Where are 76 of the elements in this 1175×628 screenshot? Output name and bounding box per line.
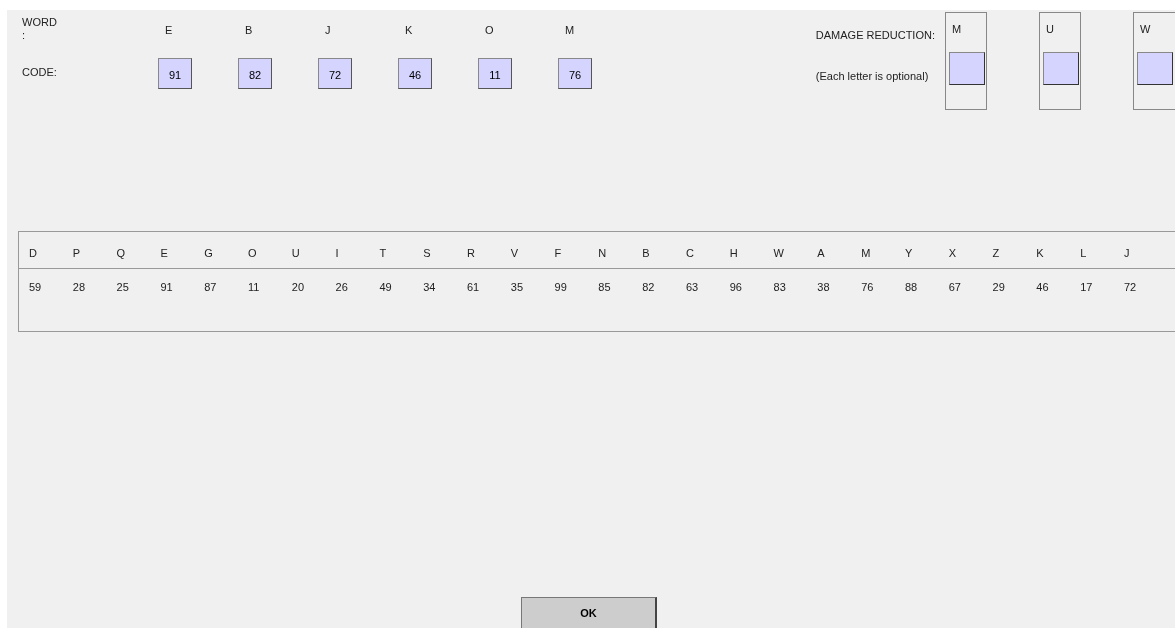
input-field[interactable]: 76 — [558, 58, 592, 89]
table-header: Y — [904, 246, 913, 259]
table-header: H — [729, 246, 738, 259]
table-cell: 34 — [423, 281, 436, 293]
input-field[interactable]: 82 — [238, 58, 272, 89]
table-header: C — [685, 246, 694, 259]
table-header: N — [598, 246, 607, 259]
table-header: A — [817, 246, 825, 259]
input-field[interactable]: 11 — [478, 58, 512, 89]
table-cell: 11 — [248, 281, 260, 293]
table-cell: 82 — [642, 281, 655, 293]
table-cell: 88 — [904, 281, 918, 293]
table-cell: 17 — [1080, 281, 1093, 293]
table-cell: 76 — [861, 281, 874, 293]
table-header: Z — [992, 246, 1000, 259]
table-cell: 28 — [72, 281, 86, 293]
table-header: P — [72, 246, 81, 259]
table-cell: 25 — [116, 281, 129, 293]
table-cell: 61 — [466, 281, 480, 293]
letter-label: M — [952, 22, 962, 37]
table-cell: 35 — [510, 281, 523, 293]
letter-label: W — [1140, 22, 1151, 37]
table-header: S — [423, 246, 431, 259]
input-field[interactable] — [1043, 51, 1079, 85]
table-header: G — [204, 246, 213, 259]
table-cell: 38 — [817, 281, 830, 293]
table-cell: 29 — [992, 281, 1005, 293]
letter-label: M — [565, 23, 575, 38]
field-label: WORD — [22, 15, 57, 30]
input-field[interactable] — [1137, 51, 1173, 85]
letter-label: E — [165, 23, 173, 38]
table-cell: 72 — [1123, 281, 1137, 293]
table-cell: 49 — [379, 281, 392, 293]
table-header: E — [160, 246, 168, 259]
table-cell: 87 — [204, 281, 217, 293]
table-header: K — [1036, 246, 1044, 259]
table-header: M — [861, 246, 871, 259]
table-header: D — [29, 246, 37, 259]
table-cell: 67 — [948, 281, 961, 293]
table-header: V — [510, 246, 519, 259]
field-label: DAMAGE REDUCTION: — [815, 28, 935, 43]
table-header: U — [291, 246, 300, 259]
table-cell: 26 — [335, 281, 348, 293]
table-header: W — [773, 246, 784, 259]
table-cell: 91 — [160, 281, 173, 293]
letter-label: J — [325, 23, 331, 38]
table-header: B — [642, 246, 650, 259]
field-label: CODE: — [22, 65, 57, 81]
table-header: J — [1123, 246, 1130, 259]
table-cell: 46 — [1036, 281, 1049, 293]
hint-text: (Each letter is optional) — [815, 68, 929, 84]
ok-button[interactable]: OK — [521, 597, 657, 628]
table-cell: 96 — [729, 281, 742, 293]
letter-label: U — [1046, 22, 1054, 37]
letter-label: K — [405, 23, 413, 38]
input-field[interactable]: 91 — [158, 58, 192, 89]
table-cell: 63 — [685, 281, 699, 293]
letter-label: B — [245, 23, 253, 38]
table-header: O — [248, 246, 257, 259]
table-header: L — [1080, 246, 1087, 259]
table-cell: 99 — [554, 281, 567, 293]
table-header: I — [335, 246, 339, 259]
table-cell: 85 — [598, 281, 611, 293]
input-field[interactable]: 72 — [318, 58, 352, 89]
table-header: X — [948, 246, 957, 259]
table-header: T — [379, 246, 387, 259]
input-field[interactable] — [949, 51, 985, 85]
table-cell: 20 — [291, 281, 305, 293]
table-cell: 59 — [29, 281, 42, 293]
table-header: Q — [116, 246, 126, 259]
table-cell: 83 — [773, 281, 786, 293]
table-header: R — [466, 246, 475, 259]
letter-label: O — [485, 23, 494, 38]
input-field[interactable]: 46 — [398, 58, 432, 89]
field-label: : — [22, 30, 26, 41]
table-header: F — [554, 246, 562, 259]
